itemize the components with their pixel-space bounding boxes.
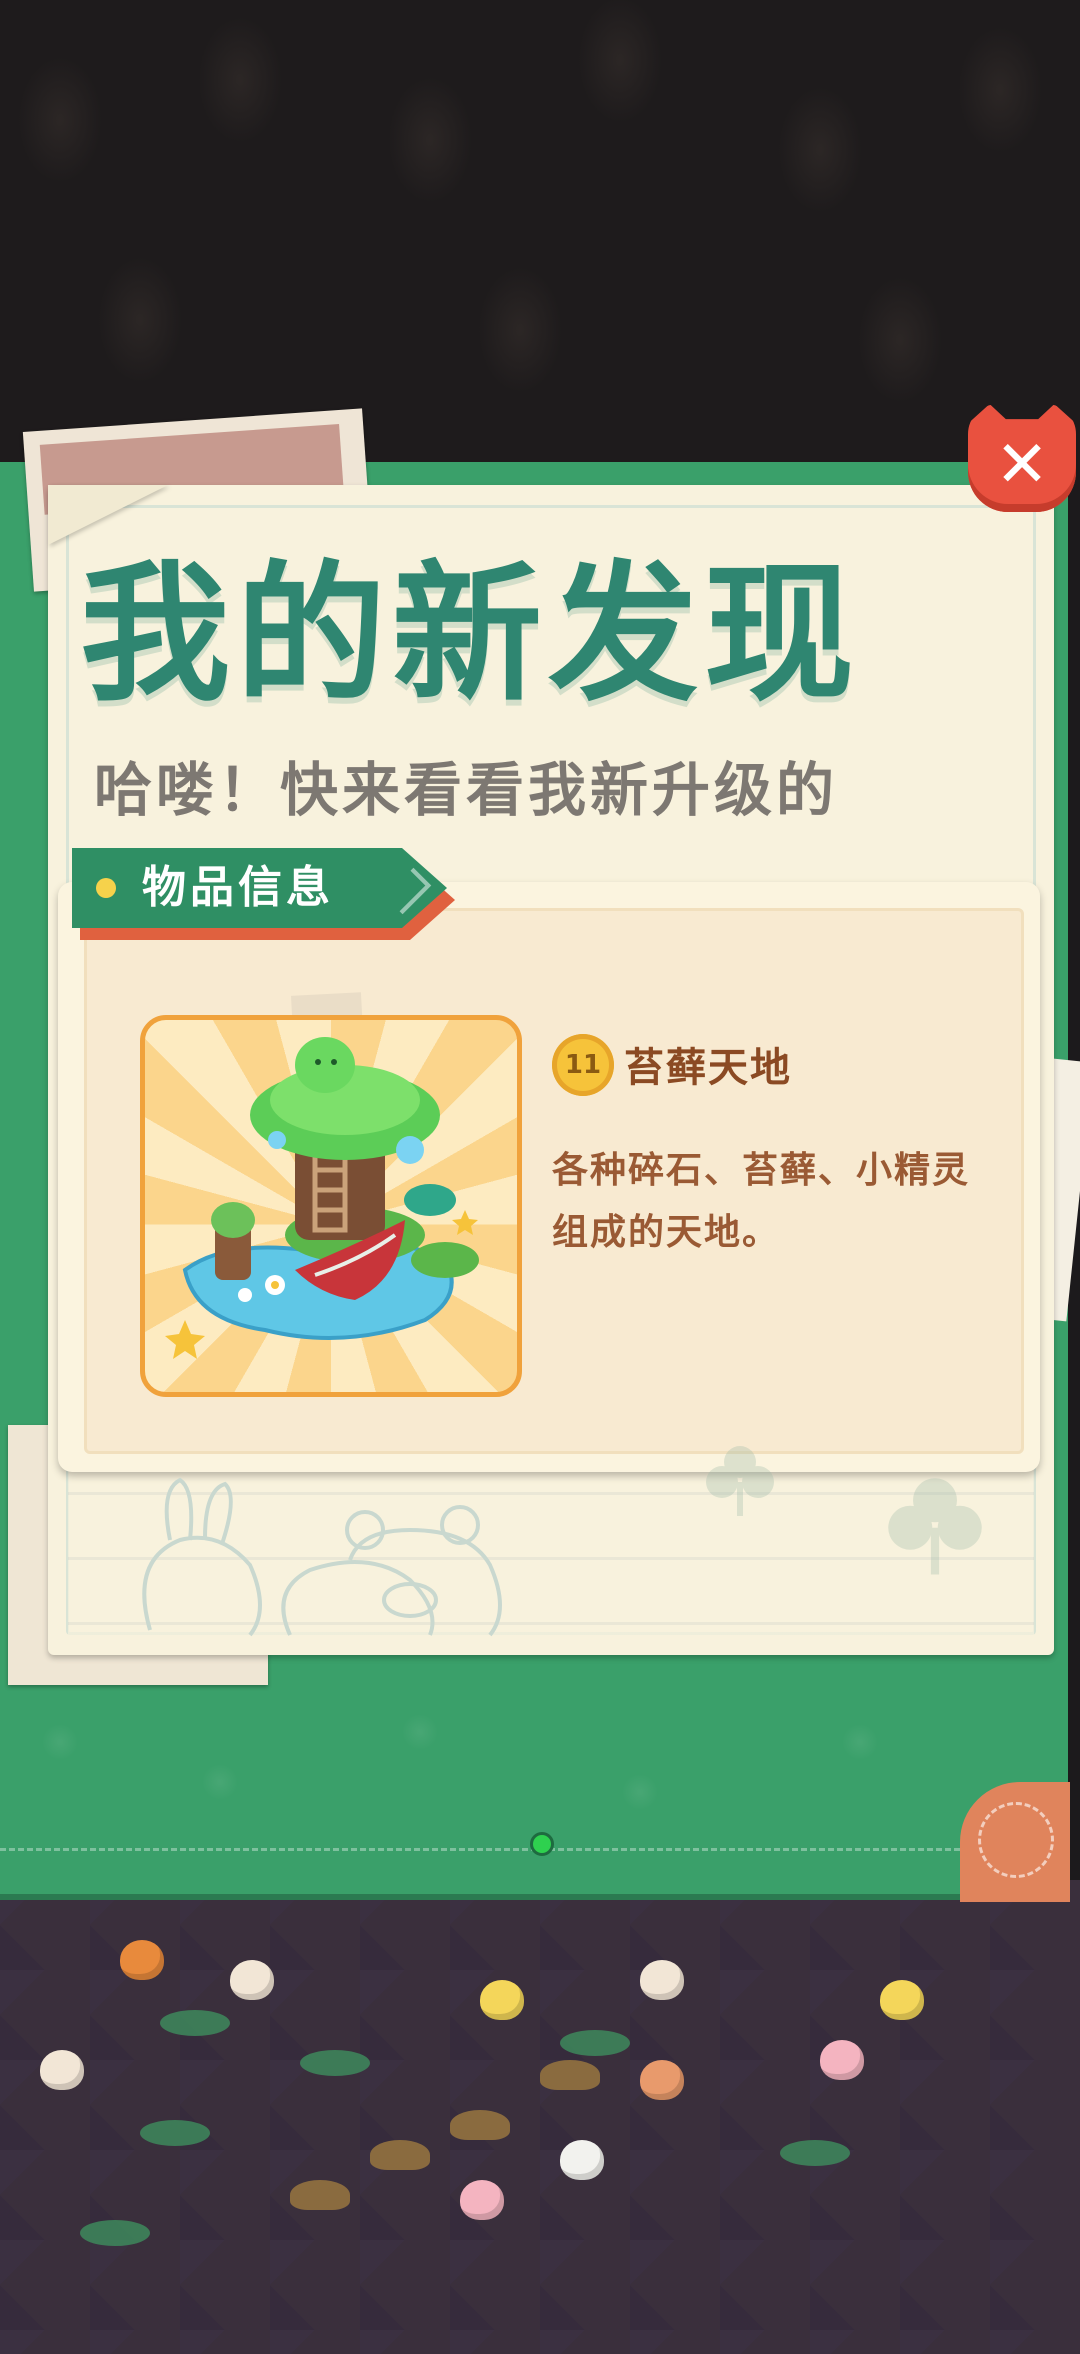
- pig-creature: [460, 2180, 504, 2220]
- item-name: 苔藓天地: [624, 1045, 792, 1091]
- hay-pile: [290, 2180, 350, 2210]
- item-info-tag-label: 物品信息: [142, 862, 334, 913]
- mushroom-corner-decoration: [960, 1782, 1070, 1902]
- close-icon: ✕: [995, 428, 1049, 502]
- pig-creature: [820, 2040, 864, 2080]
- moss-land-item-image: [165, 1037, 479, 1359]
- game-board-background: [0, 1880, 1080, 2354]
- chick-creature: [880, 1980, 924, 2020]
- panda-creature: [560, 2140, 604, 2180]
- paper-fold-corner: [48, 485, 168, 545]
- popup-title: 我的新发现: [80, 548, 861, 722]
- bunny-creature: [640, 1960, 684, 2000]
- chick-creature: [480, 1980, 524, 2020]
- close-button[interactable]: ✕: [968, 404, 1078, 514]
- grass-tuft: [780, 2140, 850, 2166]
- grass-tuft: [160, 2010, 230, 2036]
- popup-subtitle: 哈喽！快来看看我新升级的: [94, 756, 839, 824]
- hay-pile: [540, 2060, 600, 2090]
- clover-doodle: [888, 1478, 982, 1575]
- yellow-dot-icon: [96, 878, 116, 898]
- bunny-bear-doodle: [142, 1477, 502, 1637]
- grass-tuft: [560, 2030, 630, 2056]
- fox-creature: [640, 2060, 684, 2100]
- item-level-badge: 11: [548, 1030, 618, 1100]
- grass-tuft: [80, 2220, 150, 2246]
- bunny-creature: [230, 1960, 274, 2000]
- fox-creature: [120, 1940, 164, 1980]
- item-level: 11: [564, 1050, 602, 1080]
- modal-dashed-border: [0, 1848, 960, 1851]
- page-indicator-dot: [530, 1832, 554, 1856]
- dark-forest-background: [0, 0, 1080, 470]
- hay-pile: [450, 2110, 510, 2140]
- clover-doodle: [706, 1446, 774, 1516]
- item-description: 各种碎石、苔藓、小精灵组成的天地。: [552, 1150, 971, 1253]
- item-image-frame: [140, 1015, 522, 1397]
- bunny-creature: [40, 2050, 84, 2090]
- grass-tuft: [140, 2120, 210, 2146]
- grass-tuft: [300, 2050, 370, 2076]
- hay-pile: [370, 2140, 430, 2170]
- item-info-tag: 物品信息: [72, 848, 462, 944]
